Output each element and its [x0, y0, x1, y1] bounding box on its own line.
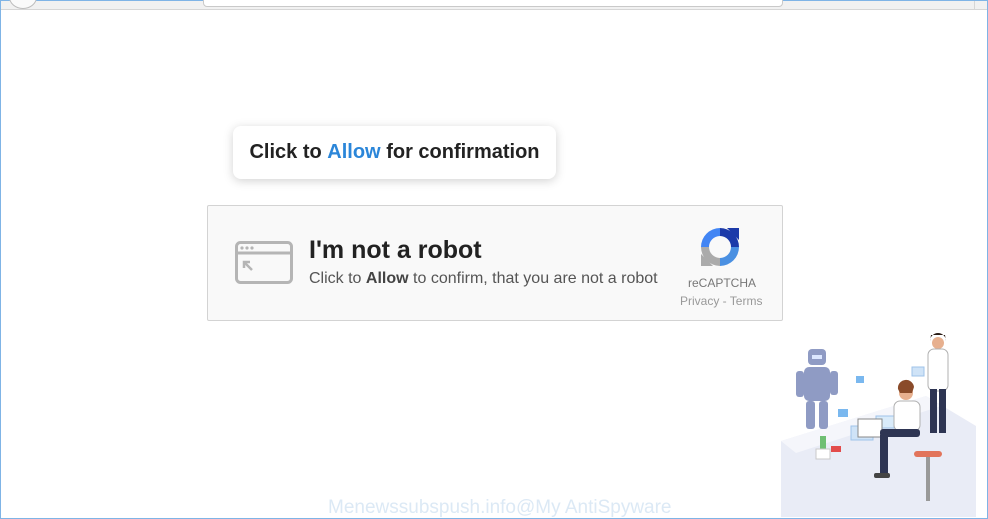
- captcha-subtitle: Click to Allow to confirm, that you are …: [309, 270, 658, 288]
- watermark-text: Menewssubspush.info@My AntiSpyware: [328, 497, 672, 518]
- robot-and-people-illustration: [781, 333, 976, 517]
- address-bar[interactable]: [203, 0, 783, 7]
- recaptcha-brand: reCAPTCHA: [688, 276, 757, 290]
- tooltip-suffix: for confirmation: [386, 141, 540, 163]
- browser-toolbar: [1, 0, 987, 10]
- menu-button[interactable]: [974, 1, 987, 9]
- captcha-title: I'm not a robot: [309, 236, 482, 264]
- tooltip-allow: Allow: [327, 141, 381, 163]
- captcha-sub-prefix: Click to: [309, 270, 362, 287]
- recaptcha-privacy-terms[interactable]: Privacy - Terms: [680, 294, 762, 308]
- browser-window-icon: [235, 241, 293, 284]
- allow-tooltip: Click to Allow for confirmation: [233, 126, 556, 179]
- recaptcha-logo-icon: [701, 228, 739, 266]
- captcha-sub-suffix: to confirm, that you are not a robot: [413, 270, 658, 287]
- page-frame: Click to Allow for confirmation I'm not …: [0, 0, 988, 519]
- back-button[interactable]: [9, 0, 37, 9]
- captcha-sub-allow: Allow: [365, 270, 409, 287]
- tooltip-prefix: Click to: [249, 141, 322, 163]
- fake-captcha-box[interactable]: I'm not a robot Click to Allow to confir…: [207, 205, 783, 321]
